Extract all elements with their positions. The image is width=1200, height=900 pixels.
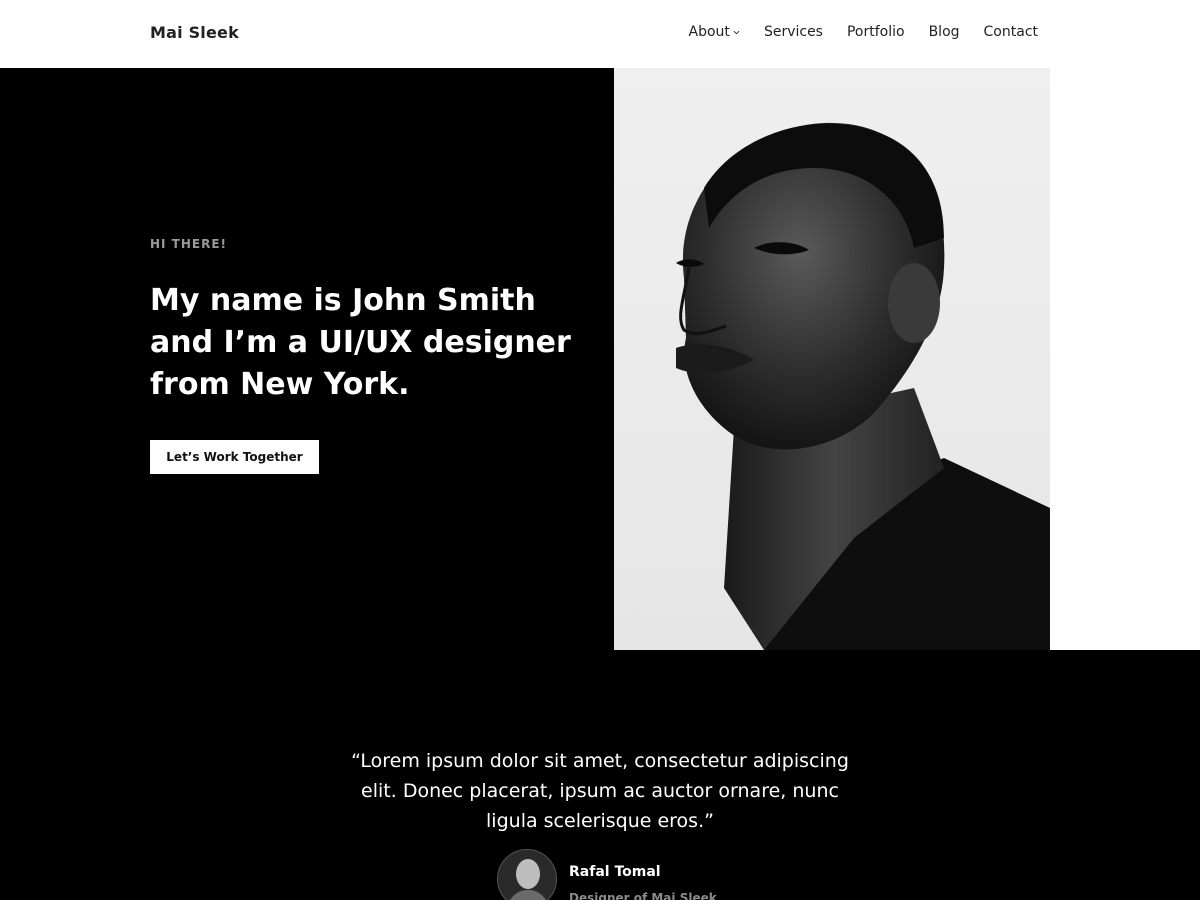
site-header: Mai Sleek About Services Portfolio Blog … [0, 0, 1200, 68]
hero-eyebrow: HI THERE! [150, 237, 228, 251]
author-name: Rafal Tomal [569, 864, 661, 880]
hero-right-spacer [1050, 68, 1200, 650]
chevron-down-icon [733, 30, 740, 34]
testimonial-section: “Lorem ipsum dolor sit amet, consectetur… [0, 650, 1200, 900]
nav-item-label: Blog [928, 24, 960, 40]
testimonial-quote: “Lorem ipsum dolor sit amet, consectetur… [351, 750, 849, 832]
nav-item-blog[interactable]: Blog [929, 24, 960, 40]
avatar-photo [498, 850, 556, 900]
author-avatar [497, 849, 557, 900]
nav-item-label: Portfolio [846, 24, 905, 40]
main-nav: About Services Portfolio Blog Contact [689, 24, 1038, 40]
work-together-button[interactable]: Let’s Work Together [150, 440, 319, 474]
site-logo[interactable]: Mai Sleek [150, 23, 239, 42]
nav-item-portfolio[interactable]: Portfolio [847, 24, 905, 40]
portrait-photo [614, 68, 1050, 650]
hero-headline: My name is John Smith and I’m a UI/UX de… [150, 283, 571, 402]
author-role: Designer of Mai Sleek [569, 891, 717, 900]
nav-item-label: Contact [983, 24, 1038, 40]
portrait-illustration [676, 122, 1050, 650]
nav-item-label: About [688, 24, 730, 40]
nav-item-about[interactable]: About [689, 24, 740, 40]
nav-item-contact[interactable]: Contact [984, 24, 1038, 40]
nav-item-label: Services [763, 24, 823, 40]
nav-item-services[interactable]: Services [764, 24, 823, 40]
